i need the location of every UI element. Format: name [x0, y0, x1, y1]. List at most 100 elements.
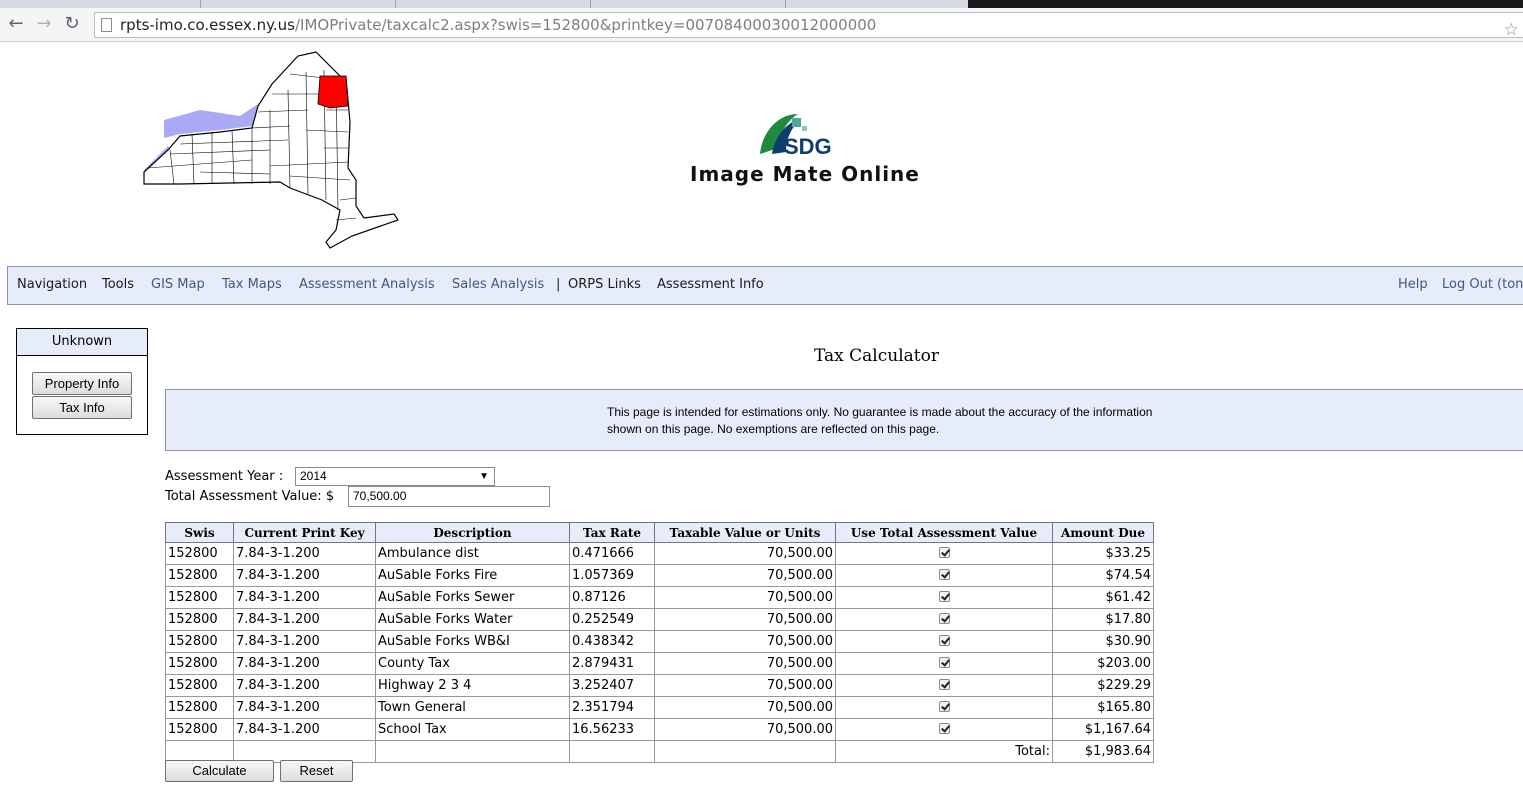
tab-separator	[785, 0, 786, 8]
disclaimer-text: This page is intended for estimations on…	[607, 405, 1153, 436]
assessment-year-select[interactable]: 2014 ▼	[295, 467, 495, 486]
cell-amount-due: $74.54	[1052, 564, 1154, 587]
tax-info-button[interactable]: Tax Info	[32, 396, 132, 419]
cell-description: AuSable Forks Sewer	[375, 586, 570, 609]
table-row: 152800 7.84-3-1.200 Highway 2 3 4 3.252407 7…	[165, 674, 1154, 697]
table-row: 152800 7.84-3-1.200 School Tax 16.56233 70,5…	[165, 718, 1154, 741]
column-header-taxable-value: Taxable Value or Units	[654, 522, 836, 543]
cell-taxable-value: 70,500.00	[654, 586, 836, 609]
forward-icon[interactable]: →	[34, 14, 54, 34]
side-panel-header: Unknown	[17, 329, 147, 356]
logo-square	[792, 118, 801, 127]
cell-swis: 152800	[165, 652, 234, 675]
cell-print-key: 7.84-3-1.200	[233, 564, 376, 587]
table-row: 152800 7.84-3-1.200 AuSable Forks Fire 1.05…	[165, 564, 1154, 587]
use-total-checkbox[interactable]	[938, 723, 950, 734]
table-row: 152800 7.84-3-1.200 County Tax 2.879431 70,5…	[165, 652, 1154, 675]
page-icon	[101, 18, 112, 32]
cell-print-key: 7.84-3-1.200	[233, 586, 376, 609]
column-header-use-total: Use Total Assessment Value	[835, 522, 1053, 543]
cell-amount-due: $30.90	[1052, 630, 1154, 653]
sdg-logo-mark: SDG	[760, 114, 832, 159]
menu-gis-map[interactable]: GIS Map	[151, 277, 205, 292]
logo-mark-text: SDG	[784, 134, 832, 159]
page-title: Tax Calculator	[814, 346, 939, 366]
cell-taxable-value: 70,500.00	[654, 674, 836, 697]
menu-assessment-info[interactable]: Assessment Info	[657, 277, 764, 292]
tax-table-body: 152800 7.84-3-1.200 Ambulance dist 0.471666…	[165, 542, 1154, 741]
cell-print-key: 7.84-3-1.200	[233, 696, 376, 719]
menu-sales-analysis[interactable]: Sales Analysis	[452, 277, 544, 292]
menu-tools[interactable]: Tools	[102, 277, 134, 292]
cell-tax-rate: 2.351794	[569, 696, 655, 719]
cell-amount-due: $203.00	[1052, 652, 1154, 675]
tab-separator	[200, 0, 201, 8]
use-total-checkbox[interactable]	[938, 613, 950, 624]
calculate-button[interactable]: Calculate	[165, 760, 274, 782]
state-map	[140, 50, 402, 252]
menu-orps-links[interactable]: ORPS Links	[568, 277, 641, 292]
cell-tax-rate: 0.438342	[569, 630, 655, 653]
use-total-checkbox[interactable]	[938, 547, 950, 558]
table-row: 152800 7.84-3-1.200 AuSable Forks Water 0.2…	[165, 608, 1154, 631]
table-row: 152800 7.84-3-1.200 AuSable Forks Sewer 0.8…	[165, 586, 1154, 609]
new-york-county-map	[143, 51, 399, 249]
table-row: 152800 7.84-3-1.200 AuSable Forks WB&I 0.43…	[165, 630, 1154, 653]
reset-button[interactable]: Reset	[280, 760, 353, 782]
column-header-tax-rate: Tax Rate	[569, 522, 655, 543]
back-icon[interactable]: ←	[6, 14, 26, 34]
menu-assessment-analysis[interactable]: Assessment Analysis	[299, 277, 435, 292]
cell-amount-due: $165.80	[1052, 696, 1154, 719]
cell-tax-rate: 16.56233	[569, 718, 655, 741]
essex-county-highlight	[317, 75, 349, 109]
cell-description: AuSable Forks Fire	[375, 564, 570, 587]
address-bar[interactable]: rpts-imo.co.essex.ny.us/IMOPrivate/taxca…	[94, 12, 1523, 38]
sdg-logo: SDG Image Mate Online	[690, 108, 920, 192]
use-total-checkbox[interactable]	[938, 591, 950, 602]
use-total-checkbox[interactable]	[938, 701, 950, 712]
cell-description: Highway 2 3 4	[375, 674, 570, 697]
total-label: Total:	[835, 740, 1053, 763]
cell-print-key: 7.84-3-1.200	[233, 542, 376, 565]
url-host: rpts-imo.co.essex.ny.us	[120, 16, 295, 34]
state-outline-shape	[143, 51, 399, 249]
total-assessment-input[interactable]: 70,500.00	[348, 486, 550, 507]
cell-tax-rate: 1.057369	[569, 564, 655, 587]
column-header-swis: Swis	[165, 522, 234, 543]
menu-log-out[interactable]: Log Out (ton	[1442, 277, 1523, 292]
cell-print-key: 7.84-3-1.200	[233, 608, 376, 631]
bookmark-star-icon[interactable]: ☆	[1504, 20, 1519, 40]
use-total-checkbox[interactable]	[938, 657, 950, 668]
cell-print-key: 7.84-3-1.200	[233, 652, 376, 675]
site-logo-text: Image Mate Online	[690, 162, 920, 186]
cell-swis: 152800	[165, 696, 234, 719]
reload-icon[interactable]: ↻	[62, 14, 82, 34]
total-row-empty-cell	[654, 740, 836, 763]
menu-tax-maps[interactable]: Tax Maps	[222, 277, 282, 292]
table-row: 152800 7.84-3-1.200 Town General 2.351794 70…	[165, 696, 1154, 719]
main-menu-bar: Navigation Tools GIS Map Tax Maps Assess…	[7, 266, 1523, 305]
cell-use-total	[835, 718, 1053, 741]
cell-swis: 152800	[165, 608, 234, 631]
cell-use-total	[835, 630, 1053, 653]
cell-amount-due: $1,167.64	[1052, 718, 1154, 741]
table-row: 152800 7.84-3-1.200 Ambulance dist 0.471666…	[165, 542, 1154, 565]
cell-description: Ambulance dist	[375, 542, 570, 565]
cell-swis: 152800	[165, 564, 234, 587]
tab-separator	[590, 0, 591, 8]
browser-toolbar: ← → ↻ rpts-imo.co.essex.ny.us/IMOPrivate…	[0, 8, 1523, 42]
menu-help[interactable]: Help	[1398, 277, 1428, 292]
cell-use-total	[835, 586, 1053, 609]
dropdown-arrow-icon: ▼	[479, 471, 489, 482]
cell-taxable-value: 70,500.00	[654, 630, 836, 653]
use-total-checkbox[interactable]	[938, 569, 950, 580]
use-total-checkbox[interactable]	[938, 635, 950, 646]
cell-taxable-value: 70,500.00	[654, 696, 836, 719]
menu-navigation[interactable]: Navigation	[17, 277, 87, 292]
cell-amount-due: $33.25	[1052, 542, 1154, 565]
assessment-year-value: 2014	[300, 469, 327, 483]
use-total-checkbox[interactable]	[938, 679, 950, 690]
assessment-year-label: Assessment Year :	[165, 469, 284, 484]
cell-swis: 152800	[165, 542, 234, 565]
property-info-button[interactable]: Property Info	[32, 372, 132, 395]
